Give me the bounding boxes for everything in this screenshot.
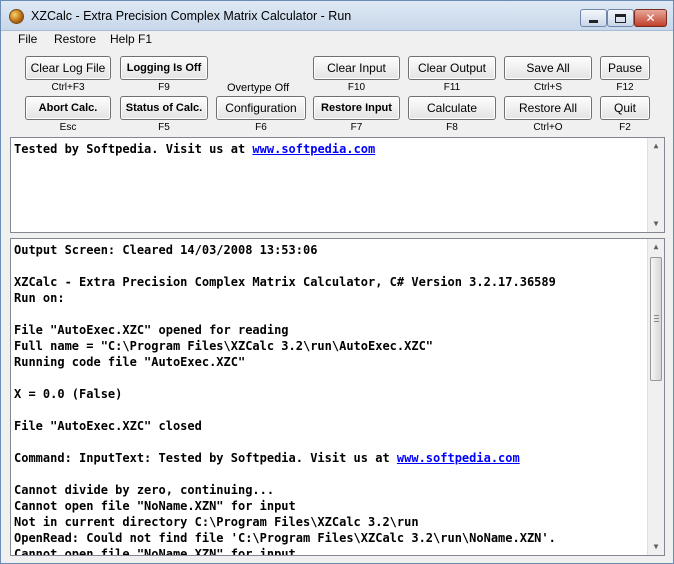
- menu-help[interactable]: Help F1: [110, 32, 152, 46]
- output-line: X = 0.0 (False): [14, 387, 123, 401]
- input-link[interactable]: www.softpedia.com: [252, 142, 375, 156]
- save-all-hint: Ctrl+S: [533, 82, 563, 93]
- input-text-area[interactable]: Tested by Softpedia. Visit us at www.sof…: [10, 137, 665, 233]
- output-text: Output Screen: Cleared 14/03/2008 13:53:…: [14, 242, 646, 556]
- pause-hint: F12: [616, 82, 634, 93]
- quit-hint: F2: [619, 122, 631, 133]
- status-of-calc-button[interactable]: Status of Calc.: [120, 96, 208, 120]
- minimize-button[interactable]: [580, 9, 607, 27]
- scroll-down-icon[interactable]: ▼: [648, 539, 664, 555]
- clear-log-file-hint: Ctrl+F3: [51, 82, 85, 93]
- output-line: File "AutoExec.XZC" closed: [14, 419, 202, 433]
- menu-restore[interactable]: Restore: [54, 32, 96, 46]
- grip-icon: [654, 318, 659, 319]
- status-of-calc-hint: F5: [158, 122, 170, 133]
- output-scroll-thumb[interactable]: [650, 257, 662, 381]
- abort-calc-hint: Esc: [59, 122, 77, 133]
- maximize-icon: [615, 13, 626, 23]
- output-line: Run on:: [14, 291, 65, 305]
- grip-icon: [654, 315, 659, 316]
- save-all-button[interactable]: Save All: [504, 56, 592, 80]
- abort-calc-button[interactable]: Abort Calc.: [25, 96, 111, 120]
- output-command-line: Command: InputText: Tested by Softpedia.…: [14, 450, 646, 466]
- input-text-content: Tested by Softpedia. Visit us at: [14, 142, 253, 156]
- title-bar[interactable]: XZCalc - Extra Precision Complex Matrix …: [1, 1, 673, 31]
- close-button[interactable]: ✕: [634, 9, 667, 27]
- output-link[interactable]: www.softpedia.com: [397, 451, 520, 465]
- output-line: Cannot divide by zero, continuing...: [14, 483, 275, 497]
- output-command-text: Command: InputText: Tested by Softpedia.…: [14, 451, 397, 465]
- command-toolbar: Clear Log File Ctrl+F3 Logging Is Off F9…: [1, 48, 673, 138]
- output-line: Output Screen: Cleared 14/03/2008 13:53:…: [14, 243, 318, 257]
- scroll-down-icon[interactable]: ▼: [648, 216, 664, 232]
- menu-bar: File Restore Help F1: [1, 31, 673, 48]
- clear-input-button[interactable]: Clear Input: [313, 56, 400, 80]
- menu-file[interactable]: File: [18, 32, 37, 46]
- output-line: Cannot open file "NoName.XZN" for input: [14, 547, 296, 556]
- input-text: Tested by Softpedia. Visit us at www.sof…: [14, 141, 646, 157]
- restore-input-button[interactable]: Restore Input: [313, 96, 400, 120]
- configuration-button[interactable]: Configuration: [216, 96, 306, 120]
- pause-button[interactable]: Pause: [600, 56, 650, 80]
- app-calculator-icon[interactable]: [9, 9, 24, 24]
- clear-output-hint: F11: [443, 82, 461, 93]
- scroll-up-icon[interactable]: ▲: [648, 138, 664, 154]
- output-line: File "AutoExec.XZC" opened for reading: [14, 323, 289, 337]
- grip-icon: [654, 321, 659, 322]
- output-line: OpenRead: Could not find file 'C:\Progra…: [14, 531, 556, 545]
- output-scrollbar[interactable]: ▲ ▼: [647, 239, 664, 555]
- clear-input-hint: F10: [347, 82, 366, 93]
- output-line: Running code file "AutoExec.XZC": [14, 355, 246, 369]
- logging-toggle-hint: F9: [158, 82, 170, 93]
- configuration-hint: F6: [255, 122, 267, 133]
- window-title: XZCalc - Extra Precision Complex Matrix …: [31, 9, 352, 23]
- app-window: XZCalc - Extra Precision Complex Matrix …: [0, 0, 674, 564]
- output-text-area[interactable]: Output Screen: Cleared 14/03/2008 13:53:…: [10, 238, 665, 556]
- clear-output-button[interactable]: Clear Output: [408, 56, 496, 80]
- calculate-button[interactable]: Calculate: [408, 96, 496, 120]
- calculate-hint: F8: [446, 122, 458, 133]
- quit-button[interactable]: Quit: [600, 96, 650, 120]
- logging-toggle-button[interactable]: Logging Is Off: [120, 56, 208, 80]
- output-line: Not in current directory C:\Program File…: [14, 515, 419, 529]
- output-line: Cannot open file "NoName.XZN" for input: [14, 499, 296, 513]
- output-line: Full name = "C:\Program Files\XZCalc 3.2…: [14, 339, 434, 353]
- maximize-button[interactable]: [607, 9, 634, 27]
- clear-log-file-button[interactable]: Clear Log File: [25, 56, 111, 80]
- input-scrollbar[interactable]: ▲ ▼: [647, 138, 664, 232]
- overtype-status: Overtype Off: [227, 82, 290, 94]
- restore-all-hint: Ctrl+O: [533, 122, 563, 133]
- restore-all-button[interactable]: Restore All: [504, 96, 592, 120]
- scroll-up-icon[interactable]: ▲: [648, 239, 664, 255]
- close-icon: ✕: [645, 11, 656, 25]
- restore-input-hint: F7: [350, 122, 363, 133]
- output-line: XZCalc - Extra Precision Complex Matrix …: [14, 275, 556, 289]
- minimize-icon: [589, 19, 598, 23]
